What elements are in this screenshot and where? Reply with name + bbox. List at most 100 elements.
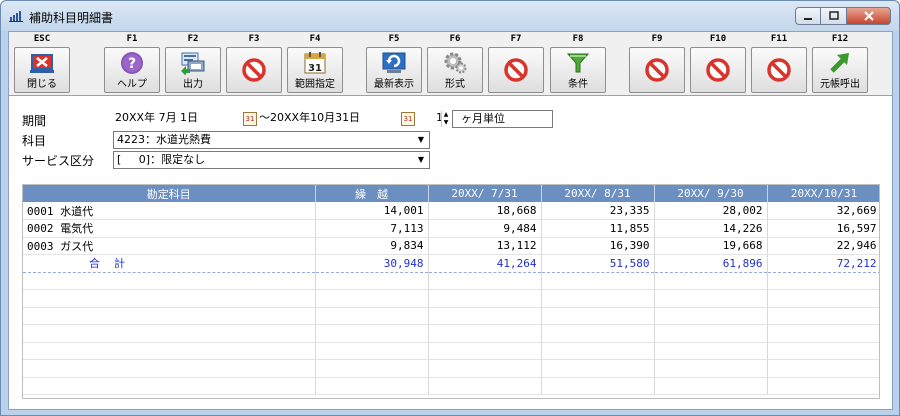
key-label: F2: [187, 34, 199, 44]
close-button[interactable]: 閉じる: [14, 47, 70, 93]
output-button[interactable]: 出力: [165, 47, 221, 93]
condition-button[interactable]: 条件: [550, 47, 606, 93]
table-header-row: 勘定科目 繰 越 20XX/ 7/31 20XX/ 8/31 20XX/ 9/3…: [23, 185, 879, 202]
value-cell: 23,335: [541, 202, 655, 220]
button-label: 最新表示: [374, 79, 414, 90]
account-cell: 0003 ガス代: [23, 237, 316, 255]
key-label: F11: [770, 34, 788, 44]
app-chart-icon: [9, 11, 23, 22]
disabled-icon: [504, 58, 528, 82]
column-header[interactable]: 20XX/ 7/31: [428, 185, 542, 202]
fkey-f5: F5 最新表示: [365, 34, 423, 94]
fkey-f7: F7: [487, 34, 545, 94]
window-controls: [795, 7, 891, 25]
table-row[interactable]: 0003 ガス代 9,834 13,112 16,390 19,668 22,9…: [23, 237, 879, 255]
empty-row[interactable]: [23, 377, 879, 395]
empty-row[interactable]: [23, 324, 879, 343]
table-row[interactable]: 0001 水道代 14,001 18,668 23,335 28,002 32,…: [23, 202, 879, 220]
column-header[interactable]: 20XX/ 9/30: [654, 185, 768, 202]
key-label: F10: [709, 34, 727, 44]
fkey-f9: F9: [628, 34, 686, 94]
disabled-icon: [767, 58, 791, 82]
fkey-f2: F2 出力: [164, 34, 222, 94]
close-window-button[interactable]: [847, 7, 891, 25]
disabled-icon: [242, 58, 266, 82]
filter-icon: [566, 53, 590, 73]
maximize-button[interactable]: [821, 7, 847, 25]
f10-button[interactable]: [690, 47, 746, 93]
button-label: 元帳呼出: [820, 79, 860, 90]
column-header[interactable]: 20XX/ 8/31: [541, 185, 655, 202]
period-to-field[interactable]: ～20XX年10月31日: [259, 110, 389, 128]
calendar-icon: 31: [304, 52, 326, 74]
value-cell: 9,484: [428, 219, 542, 238]
close-icon: [863, 11, 874, 21]
maximize-icon: [828, 11, 839, 20]
value-cell: 14,001: [315, 202, 429, 220]
svg-text:?: ?: [128, 56, 136, 72]
help-button[interactable]: ? ヘルプ: [104, 47, 160, 93]
value-cell: 16,597: [767, 219, 879, 238]
calendar-day: 31: [308, 63, 322, 74]
calendar-icon[interactable]: 31: [243, 112, 257, 126]
f3-button[interactable]: [226, 47, 282, 93]
account-label: 科目: [22, 134, 47, 148]
chevron-down-icon: ▼: [417, 135, 425, 144]
f11-button[interactable]: [751, 47, 807, 93]
period-from-field[interactable]: 20XX年 7月 1日: [113, 110, 241, 128]
table-row[interactable]: 0002 電気代 7,113 9,484 11,855 14,226 16,59…: [23, 219, 879, 238]
key-label: F9: [651, 34, 663, 44]
value-cell: 13,112: [428, 237, 542, 255]
button-label: ヘルプ: [117, 79, 147, 90]
refresh-button[interactable]: 最新表示: [366, 47, 422, 93]
fkey-f6: F6 形式: [426, 34, 484, 94]
value-cell: 22,946: [767, 237, 879, 255]
button-label: 範囲指定: [295, 79, 335, 90]
value-cell: 7,113: [315, 219, 429, 238]
range-button[interactable]: 31 範囲指定: [287, 47, 343, 93]
gear-icon: [444, 52, 467, 74]
total-cell: 51,580: [541, 254, 655, 273]
empty-row[interactable]: [23, 289, 879, 308]
key-label: F1: [126, 34, 138, 44]
service-select[interactable]: [ 0]：限定なし ▼: [113, 151, 430, 169]
chevron-down-icon: ▼: [417, 155, 425, 164]
value-cell: 9,834: [315, 237, 429, 255]
key-label: F8: [572, 34, 584, 44]
total-row[interactable]: 合計 30,948 41,264 51,580 61,896 72,212: [23, 254, 879, 273]
format-button[interactable]: 形式: [427, 47, 483, 93]
print-output-icon: [181, 52, 205, 75]
button-label: 形式: [445, 79, 465, 90]
fkey-f11: F11: [750, 34, 808, 94]
month-unit-spinner[interactable]: ▲ ▼: [441, 111, 450, 127]
key-label: F3: [248, 34, 260, 44]
empty-row[interactable]: [23, 272, 879, 290]
detail-table[interactable]: 勘定科目 繰 越 20XX/ 7/31 20XX/ 8/31 20XX/ 9/3…: [22, 184, 880, 399]
service-label: サービス区分: [22, 154, 95, 168]
column-header[interactable]: 20XX/10/31: [767, 185, 879, 202]
empty-row[interactable]: [23, 359, 879, 378]
account-select[interactable]: 4223：水道光熱費 ▼: [113, 131, 430, 149]
title-bar[interactable]: 補助科目明細書: [1, 1, 899, 31]
empty-row[interactable]: [23, 307, 879, 325]
button-label: 閉じる: [27, 79, 57, 90]
function-key-toolbar: ESC 閉じる F1 ? ヘルプ F2 出力 F3 F4 31 範囲指定 F5 …: [9, 32, 892, 96]
calendar-icon[interactable]: 31: [401, 112, 415, 126]
key-label: F7: [510, 34, 522, 44]
column-header[interactable]: 勘定科目: [23, 185, 316, 202]
empty-row[interactable]: [23, 342, 879, 360]
ledger-call-button[interactable]: 元帳呼出: [812, 47, 868, 93]
f9-button[interactable]: [629, 47, 685, 93]
value-cell: 32,669: [767, 202, 879, 220]
app-window: 補助科目明細書 ESC 閉じる F1 ? ヘルプ F2 出力 F3 F4 31 …: [0, 0, 900, 416]
fkey-f8: F8 条件: [549, 34, 607, 94]
f7-button[interactable]: [488, 47, 544, 93]
minimize-button[interactable]: [795, 7, 821, 25]
account-cell: 0001 水道代: [23, 202, 316, 220]
refresh-icon: [382, 52, 406, 73]
fkey-f10: F10: [689, 34, 747, 94]
close-door-icon: [30, 54, 54, 73]
fkey-f1: F1 ? ヘルプ: [103, 34, 161, 94]
month-unit-suffix: ヶ月単位: [452, 110, 553, 128]
column-header[interactable]: 繰 越: [315, 185, 429, 202]
